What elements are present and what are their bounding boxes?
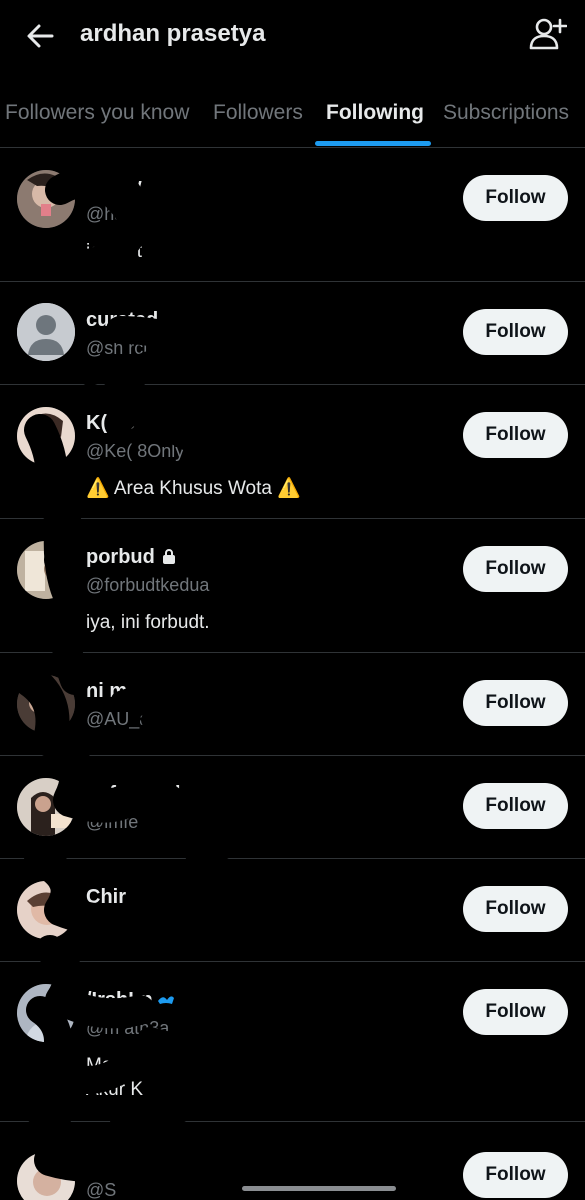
home-indicator[interactable] — [242, 1186, 396, 1191]
user-handle: @S — [86, 1180, 117, 1200]
user-row[interactable]: K( lic @Ke( 8Only ⚠️ Area Khusus Wota ⚠️… — [0, 385, 585, 519]
user-name: K( lic — [86, 412, 135, 434]
user-handle: @imfe — [86, 812, 139, 832]
user-name-text: porbud — [86, 546, 155, 568]
follow-button[interactable]: Follow — [463, 680, 568, 726]
user-name: ni m — [86, 680, 128, 702]
follow-button[interactable]: Follow — [463, 989, 568, 1035]
user-row[interactable]: imfee ood @imfe Follow — [0, 756, 585, 859]
user-handle: @Chi — [86, 915, 132, 935]
follow-button[interactable]: Follow — [463, 175, 568, 221]
user-photo — [17, 170, 75, 228]
user-handle: @sh rci — [86, 338, 148, 358]
user-handle: @Ke( 8Only — [86, 441, 185, 461]
user-row[interactable]: ni m @AU_a Follow — [0, 653, 585, 756]
default-avatar-icon — [17, 303, 75, 361]
user-handle: @forbudtkedua — [86, 575, 210, 595]
avatar[interactable] — [17, 778, 75, 836]
verified-badge-icon — [157, 996, 174, 1004]
tab-following[interactable]: Following — [326, 100, 424, 126]
user-handle: @m ath3a — [86, 1018, 170, 1038]
avatar[interactable] — [17, 170, 75, 228]
tab-followers[interactable]: Followers — [213, 100, 303, 126]
follow-button[interactable]: Follow — [463, 1152, 568, 1198]
avatar[interactable] — [17, 407, 75, 465]
top-bar: ardhan prasetya — [0, 0, 585, 72]
user-bio: jeken t — [86, 241, 142, 262]
user-name: curated — [86, 309, 159, 331]
avatar[interactable] — [17, 303, 75, 361]
user-row[interactable]: Chir @Chi Follow — [0, 859, 585, 962]
avatar[interactable] — [17, 541, 75, 599]
user-name: S — [86, 1151, 100, 1173]
user-bio: iya, ini forbudt. — [86, 612, 210, 633]
avatar[interactable] — [17, 881, 75, 939]
avatar[interactable] — [17, 1152, 75, 1200]
tab-followers-you-know[interactable]: Followers you know — [5, 100, 189, 126]
app-screen: ardhan prasetya Followers you know Follo… — [0, 0, 585, 1200]
user-name: /IrshLn — [86, 988, 175, 1012]
user-photo — [17, 541, 75, 599]
user-row[interactable]: curated @sh rci Follow — [0, 282, 585, 385]
user-row[interactable]: Me: w @ha ukk jeken t Follow — [0, 148, 585, 282]
follow-button[interactable]: Follow — [463, 309, 568, 355]
tab-subscriptions[interactable]: Subscriptions — [443, 100, 569, 126]
person-add-icon — [529, 18, 568, 50]
add-user-button[interactable] — [527, 14, 568, 54]
user-name: Me: w — [86, 175, 142, 197]
user-photo — [17, 984, 75, 1042]
avatar[interactable] — [17, 675, 75, 733]
follow-button[interactable]: Follow — [463, 412, 568, 458]
user-row[interactable]: porbud @forbudtkedua iya, ini forbudt. F… — [0, 519, 585, 653]
user-photo — [17, 881, 75, 939]
user-name: imfee ood — [86, 783, 181, 805]
follow-button[interactable]: Follow — [463, 783, 568, 829]
follow-button[interactable]: Follow — [463, 886, 568, 932]
back-button[interactable] — [22, 18, 58, 54]
user-name: porbud — [86, 545, 177, 569]
user-name-text: /IrshLn — [86, 989, 153, 1011]
tab-bar: Followers you know Followers Following S… — [0, 82, 585, 148]
lock-icon — [162, 549, 175, 564]
avatar[interactable] — [17, 984, 75, 1042]
user-handle: @AU_a — [86, 709, 150, 729]
user-handle: @ha ukk — [86, 204, 158, 224]
user-photo — [17, 407, 75, 465]
page-title: ardhan prasetya — [80, 20, 266, 47]
user-photo — [17, 675, 75, 733]
user-bio: Ma Akur K — [86, 1055, 144, 1100]
active-tab-indicator — [315, 141, 431, 146]
follow-button[interactable]: Follow — [463, 546, 568, 592]
user-name: Chir — [86, 886, 126, 908]
user-row[interactable]: /IrshLn @m ath3a Ma Akur K Follow — [0, 962, 585, 1122]
arrow-left-icon — [27, 24, 54, 48]
user-bio: ⚠️ Area Khusus Wota ⚠️ — [86, 478, 301, 499]
user-photo — [17, 1152, 75, 1200]
user-photo — [17, 778, 75, 836]
